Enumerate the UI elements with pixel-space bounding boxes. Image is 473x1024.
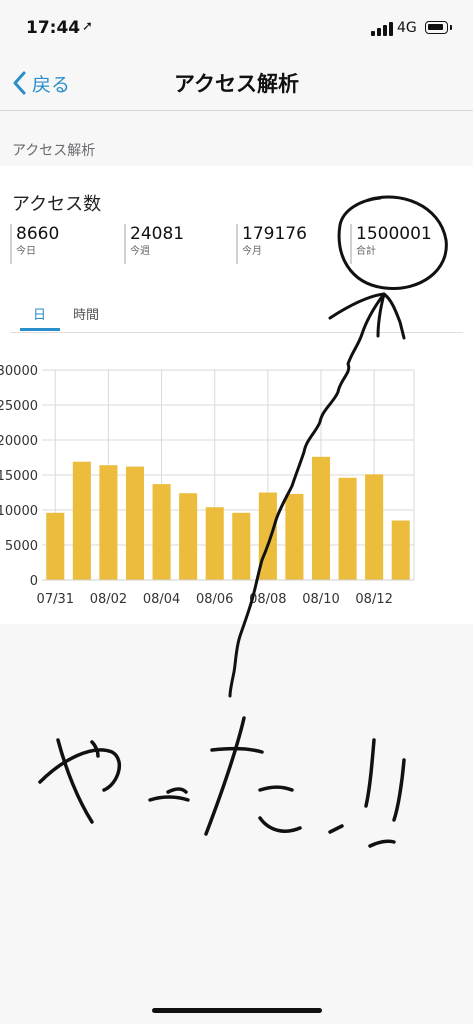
- x-tick-label: 08/04: [143, 592, 180, 607]
- bar: [365, 474, 384, 580]
- bar: [205, 507, 224, 580]
- bar: [285, 493, 304, 580]
- tab-hour[interactable]: 時間: [73, 304, 99, 323]
- stat-month: 179176 今月: [236, 224, 307, 264]
- bar: [99, 465, 118, 580]
- network-type: 4G: [397, 20, 417, 36]
- tab-selected-indicator: [20, 328, 60, 331]
- x-tick-label: 08/08: [249, 592, 286, 607]
- stat-week-value: 24081: [130, 224, 185, 244]
- y-tick-label: 30000: [0, 364, 38, 379]
- bar: [258, 492, 277, 580]
- x-tick-label: 08/06: [196, 592, 233, 607]
- bar: [72, 461, 91, 580]
- y-tick-label: 5000: [5, 539, 38, 554]
- scribble-handwriting: [38, 716, 406, 848]
- x-tick-label: 07/31: [37, 592, 74, 607]
- page-title: アクセス解析: [174, 72, 299, 96]
- y-tick-label: 10000: [0, 504, 38, 519]
- stat-month-label: 今月: [242, 246, 262, 257]
- stat-total-value: 1500001: [356, 224, 432, 244]
- navigation-bar: 戻る アクセス解析: [0, 56, 473, 111]
- status-time: 17:44: [26, 18, 81, 38]
- access-count-title: アクセス数: [12, 194, 102, 215]
- home-indicator[interactable]: [152, 1008, 322, 1013]
- stat-month-value: 179176: [242, 224, 307, 244]
- y-tick-label: 15000: [0, 469, 38, 484]
- x-tick-label: 08/10: [302, 592, 339, 607]
- stat-week-label: 今週: [130, 246, 150, 257]
- x-tick-label: 08/12: [355, 592, 392, 607]
- bar: [125, 466, 145, 580]
- location-arrow-icon: ➚: [82, 19, 93, 34]
- section-header: アクセス解析: [12, 143, 96, 159]
- tab-day[interactable]: 日: [33, 304, 46, 323]
- bar: [46, 512, 65, 580]
- stat-total-label: 合計: [356, 246, 376, 257]
- bar: [311, 456, 331, 580]
- tab-divider: [10, 332, 463, 333]
- bar: [338, 477, 357, 580]
- bar: [179, 493, 198, 580]
- y-tick-label: 0: [30, 574, 38, 589]
- battery-icon: [425, 21, 448, 34]
- cellular-signal-icon: [371, 22, 393, 36]
- x-tick-label: 08/02: [90, 592, 127, 607]
- stat-today: 8660 今日: [10, 224, 59, 264]
- stat-total: 1500001 合計: [350, 224, 432, 264]
- bar: [152, 484, 171, 580]
- stat-today-label: 今日: [16, 246, 36, 257]
- stat-week: 24081 今週: [124, 224, 184, 264]
- stat-today-value: 8660: [16, 224, 60, 244]
- status-bar: 17:44 ➚ 4G: [0, 0, 473, 56]
- y-tick-label: 25000: [0, 399, 38, 414]
- daily-access-bar-chart: 30000 25000 20000 15000 10000 5000 0 07/31 08/02…: [0, 364, 415, 607]
- bar: [232, 512, 251, 580]
- y-tick-label: 20000: [0, 434, 38, 449]
- bar: [391, 520, 410, 580]
